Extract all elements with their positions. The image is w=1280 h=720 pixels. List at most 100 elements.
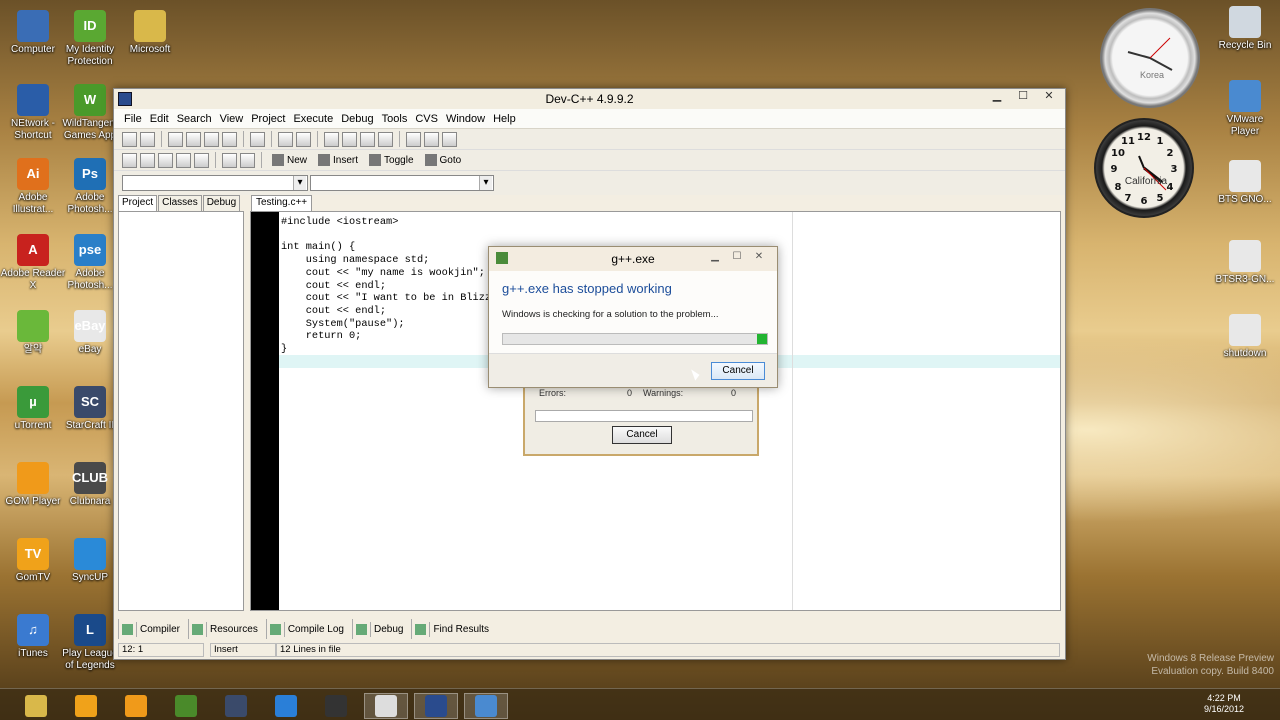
svg-text:12: 12 [1137,132,1151,143]
help-icon[interactable] [222,152,237,168]
bottom-tab-compile-log[interactable]: Compile Log [265,619,350,639]
menu-search[interactable]: Search [173,113,216,125]
goto-line-icon[interactable] [378,131,393,147]
insert-button[interactable]: Insert [314,154,362,166]
menu-project[interactable]: Project [247,113,289,125]
editor-gutter [251,212,279,610]
desktop-icon-folder[interactable]: Microsoft [117,10,183,56]
add-to-project-icon[interactable] [406,131,421,147]
bottom-tab-find-results[interactable]: Find Results [411,619,495,639]
check-icon[interactable] [194,152,209,168]
taskbar-vmware[interactable] [464,693,508,719]
taskbar-explorer[interactable] [14,693,58,719]
errors-value: 0 [627,388,633,398]
dreamweaver-icon [175,695,197,717]
project-tree[interactable] [118,211,244,611]
taskbar-window[interactable] [364,693,408,719]
desktop-icon-file[interactable]: BTSR3-GN... [1212,240,1278,286]
desktop-icon-file[interactable]: BTS GNO... [1212,160,1278,206]
error-dialog[interactable]: g++.exe ▁ ☐ ✕ g++.exe has stopped workin… [488,246,778,388]
menu-help[interactable]: Help [489,113,520,125]
redo-icon[interactable] [296,131,311,147]
bottom-tab-resources[interactable]: Resources [188,619,264,639]
new-file-icon[interactable] [168,131,183,147]
error-cancel-button[interactable]: Cancel [711,362,765,380]
network-icon [17,84,49,116]
taskbar-gom[interactable] [114,693,158,719]
tab-debug[interactable]: Debug [202,195,241,211]
compile-run-icon[interactable] [158,152,173,168]
svg-text:5: 5 [1157,193,1164,204]
bottom-tab-compiler[interactable]: Compiler [118,619,186,639]
error-dialog-titlebar[interactable]: g++.exe ▁ ☐ ✕ [489,247,777,271]
save-icon[interactable] [186,131,201,147]
toggle-button[interactable]: Toggle [365,154,417,166]
taskbar-dreamweaver[interactable] [164,693,208,719]
new-button[interactable]: New [268,154,311,166]
bottom-tab-debug[interactable]: Debug [351,619,409,639]
dev-cpp-icon [425,695,447,717]
compiler-icon [122,623,133,635]
menu-edit[interactable]: Edit [146,113,173,125]
replace-icon[interactable] [342,131,357,147]
code-text[interactable]: #include <iostream> int main() { using n… [281,216,522,356]
window-titlebar[interactable]: Dev-C++ 4.9.9.2 ▁ ☐ ✕ [114,89,1065,109]
close-file-icon[interactable] [222,131,237,147]
desktop-icon-recycle-bin[interactable]: Recycle Bin [1212,6,1278,52]
menu-tools[interactable]: Tools [378,113,412,125]
editor-tab[interactable]: Testing.c++ [251,195,313,211]
print-icon[interactable] [250,131,265,147]
close-button[interactable]: ✕ [1037,89,1061,105]
member-select[interactable] [310,175,494,191]
clock-face-icon [1127,37,1173,71]
maximize-button[interactable]: ☐ [1011,89,1035,105]
compile-icon[interactable] [122,152,137,168]
open-file-icon[interactable] [140,131,155,147]
find-icon[interactable] [324,131,339,147]
starcraft-icon [225,695,247,717]
undo-icon[interactable] [278,131,293,147]
desktop-icon-shutdown[interactable]: shutdown [1212,314,1278,360]
desktop-icon-label: Recycle Bin [1218,40,1272,51]
taskbar-media-player[interactable] [64,693,108,719]
error-message: Windows is checking for a solution to th… [502,309,719,320]
find-next-icon[interactable] [360,131,375,147]
compile-cancel-button[interactable]: Cancel [612,426,672,444]
taskbar-starcraft[interactable] [214,693,258,719]
run-icon[interactable] [140,152,155,168]
menu-debug[interactable]: Debug [337,113,377,125]
menu-window[interactable]: Window [442,113,489,125]
league-icon: L [74,614,106,646]
menu-file[interactable]: File [120,113,146,125]
dialog-close-button[interactable]: ✕ [749,250,769,264]
remove-from-project-icon[interactable] [424,131,439,147]
save-all-icon[interactable] [204,131,219,147]
taskbar-steam[interactable] [314,693,358,719]
class-combos [114,171,1065,195]
file-icon [1229,160,1261,192]
taskbar-internet-explorer[interactable] [264,693,308,719]
open-project-icon[interactable] [122,131,137,147]
svg-text:9: 9 [1111,164,1118,175]
desktop-icon-vmware[interactable]: VMware Player [1212,80,1278,138]
tab-project[interactable]: Project [118,195,158,211]
taskbar-dev-cpp[interactable] [414,693,458,719]
tab-classes[interactable]: Classes [158,195,202,211]
clock-gadget-korea[interactable]: Korea [1100,8,1200,108]
computer-icon [17,10,49,42]
goto-button[interactable]: Goto [421,154,466,166]
clock-gadget-california[interactable]: 12 3 6 9 1245 7 8 10 11 California [1094,118,1194,218]
minimize-button[interactable]: ▁ [985,89,1009,105]
compile-log-icon [269,623,281,635]
rebuild-icon[interactable] [176,152,191,168]
desktop-icon-identity[interactable]: ID My Identity Protection [57,10,123,68]
menu-cvs[interactable]: CVS [411,113,442,125]
compile-progress-dialog[interactable]: Errors: 0 Warnings: 0 Cancel [523,378,759,456]
menu-view[interactable]: View [216,113,248,125]
about-icon[interactable] [240,152,255,168]
dialog-minimize-button[interactable]: ▁ [705,250,725,264]
class-select[interactable] [122,175,308,191]
menu-execute[interactable]: Execute [289,113,337,125]
project-options-icon[interactable] [442,131,457,147]
system-clock[interactable]: 4:22 PM 9/16/2012 [1204,693,1244,715]
